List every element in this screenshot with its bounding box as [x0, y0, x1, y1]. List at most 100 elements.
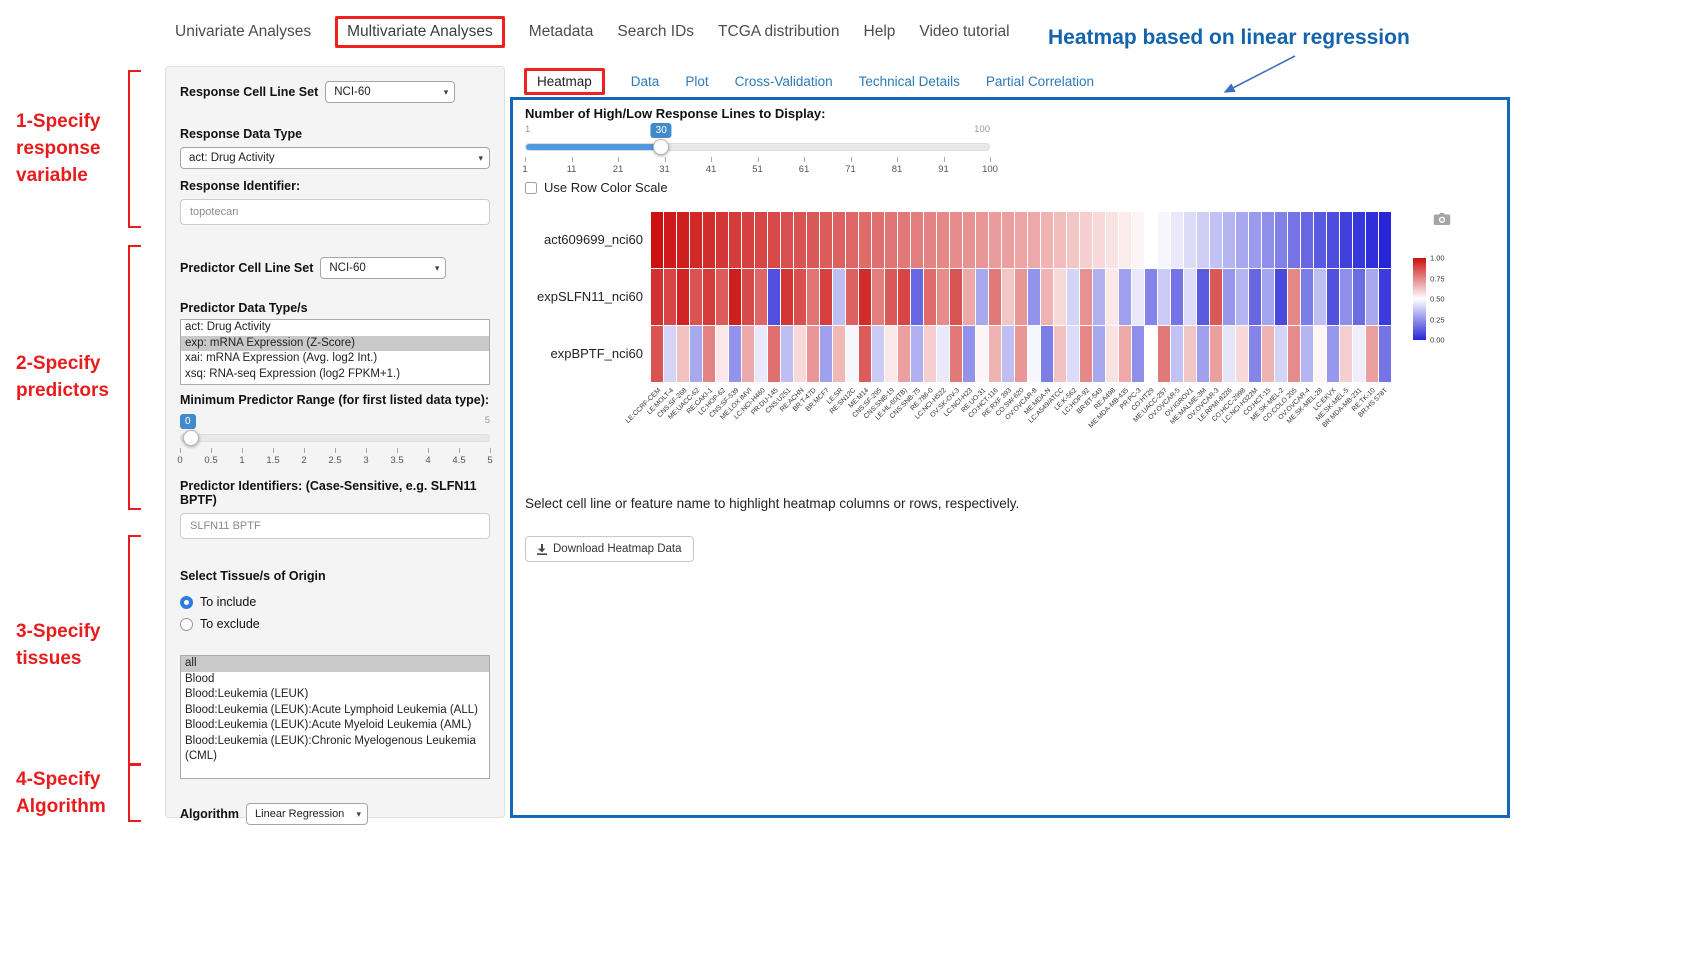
camera-icon[interactable]	[1433, 212, 1451, 226]
heatmap-cell[interactable]	[1132, 326, 1144, 382]
use-row-color-scale-checkbox[interactable]: Use Row Color Scale	[525, 180, 668, 195]
heatmap-cell[interactable]	[755, 212, 767, 268]
heatmap-cell[interactable]	[963, 269, 975, 325]
heatmap-cell[interactable]	[911, 212, 923, 268]
heatmap-cell[interactable]	[729, 269, 741, 325]
heatmap-cell[interactable]	[755, 326, 767, 382]
min-predictor-range-slider[interactable]: 0 5 00.511.522.533.544.55	[180, 415, 490, 473]
heatmap-cell[interactable]	[1236, 269, 1248, 325]
heatmap-cell[interactable]	[1353, 212, 1365, 268]
heatmap-cell[interactable]	[1249, 269, 1261, 325]
heatmap-cell[interactable]	[794, 326, 806, 382]
nav-item-video-tutorial[interactable]: Video tutorial	[919, 23, 1009, 41]
response-data-type-select[interactable]: act: Drug Activity ▾	[180, 147, 490, 169]
heatmap-cell[interactable]	[664, 326, 676, 382]
heatmap-cell[interactable]	[794, 269, 806, 325]
heatmap-cell[interactable]	[768, 212, 780, 268]
heatmap-cell[interactable]	[846, 326, 858, 382]
heatmap-cell[interactable]	[924, 269, 936, 325]
heatmap-cell[interactable]	[833, 212, 845, 268]
heatmap-cell[interactable]	[1158, 326, 1170, 382]
heatmap-cell[interactable]	[807, 212, 819, 268]
heatmap-cell[interactable]	[924, 212, 936, 268]
heatmap-cell[interactable]	[664, 269, 676, 325]
heatmap-cell[interactable]	[1197, 269, 1209, 325]
heatmap-cell[interactable]	[794, 212, 806, 268]
heatmap-cell[interactable]	[1054, 326, 1066, 382]
heatmap-cell[interactable]	[690, 269, 702, 325]
heatmap-cell[interactable]	[703, 326, 715, 382]
tissue-option[interactable]: Blood:Leukemia (LEUK):Chronic Myelogenou…	[181, 734, 489, 765]
heatmap-cell[interactable]	[898, 212, 910, 268]
heatmap-cell[interactable]	[1184, 212, 1196, 268]
heatmap-cell[interactable]	[820, 326, 832, 382]
heatmap-cell[interactable]	[885, 326, 897, 382]
heatmap-cell[interactable]	[1145, 212, 1157, 268]
heatmap-cell[interactable]	[859, 326, 871, 382]
heatmap-cell[interactable]	[1106, 212, 1118, 268]
heatmap-cell[interactable]	[1288, 269, 1300, 325]
heatmap-cell[interactable]	[1067, 326, 1079, 382]
heatmap-cell[interactable]	[729, 212, 741, 268]
heatmap-cell[interactable]	[976, 269, 988, 325]
heatmap-cell[interactable]	[1327, 269, 1339, 325]
heatmap-cell[interactable]	[742, 212, 754, 268]
heatmap-cell[interactable]	[1366, 326, 1378, 382]
heatmap-cell[interactable]	[1210, 326, 1222, 382]
nav-item-univariate-analyses[interactable]: Univariate Analyses	[175, 23, 311, 41]
heatmap-cell[interactable]	[950, 212, 962, 268]
heatmap-cell[interactable]	[1093, 326, 1105, 382]
heatmap-cell[interactable]	[1379, 269, 1391, 325]
heatmap-cell[interactable]	[1002, 269, 1014, 325]
heatmap-cell[interactable]	[703, 269, 715, 325]
heatmap-cell[interactable]	[1301, 212, 1313, 268]
heatmap-cell[interactable]	[1132, 212, 1144, 268]
slider-track[interactable]	[525, 143, 990, 151]
heatmap-cell[interactable]	[690, 326, 702, 382]
tab-partial-correlation[interactable]: Partial Correlation	[986, 74, 1094, 89]
heatmap-cell[interactable]	[807, 326, 819, 382]
heatmap-row-label[interactable]: act609699_nci60	[513, 232, 643, 247]
heatmap-cell[interactable]	[1314, 269, 1326, 325]
heatmap-cell[interactable]	[924, 326, 936, 382]
heatmap-cell[interactable]	[729, 326, 741, 382]
heatmap-cell[interactable]	[1379, 212, 1391, 268]
tab-data[interactable]: Data	[631, 74, 660, 89]
predictor-data-type-option[interactable]: xai: mRNA Expression (Avg. log2 Int.)	[181, 351, 489, 367]
heatmap-cell[interactable]	[1275, 269, 1287, 325]
heatmap-cell[interactable]	[781, 212, 793, 268]
nav-item-tcga-distribution[interactable]: TCGA distribution	[718, 23, 839, 41]
tissue-option[interactable]: Blood:Leukemia (LEUK):Acute Lymphoid Leu…	[181, 703, 489, 719]
heatmap-cell[interactable]	[781, 326, 793, 382]
heatmap-cell[interactable]	[1106, 326, 1118, 382]
heatmap-cell[interactable]	[1288, 212, 1300, 268]
heatmap-cell[interactable]	[651, 326, 663, 382]
heatmap-cell[interactable]	[677, 212, 689, 268]
heatmap-cell[interactable]	[1275, 212, 1287, 268]
heatmap-cell[interactable]	[1262, 212, 1274, 268]
heatmap-cell[interactable]	[690, 212, 702, 268]
heatmap-cell[interactable]	[846, 212, 858, 268]
response-cell-line-set-select[interactable]: NCI-60 ▾	[325, 81, 455, 103]
heatmap-cell[interactable]	[1158, 269, 1170, 325]
heatmap-cell[interactable]	[1158, 212, 1170, 268]
predictor-data-type-option[interactable]: act: Drug Activity	[181, 320, 489, 336]
heatmap-cell[interactable]	[1236, 212, 1248, 268]
heatmap-cell[interactable]	[716, 212, 728, 268]
heatmap-cell[interactable]	[1249, 326, 1261, 382]
heatmap-cell[interactable]	[1379, 326, 1391, 382]
heatmap-cell[interactable]	[1184, 269, 1196, 325]
heatmap-cell[interactable]	[1119, 326, 1131, 382]
heatmap-cell[interactable]	[1223, 212, 1235, 268]
heatmap-cell[interactable]	[1067, 212, 1079, 268]
heatmap-cell[interactable]	[1340, 212, 1352, 268]
heatmap-cell[interactable]	[898, 269, 910, 325]
heatmap-cell[interactable]	[1041, 269, 1053, 325]
heatmap-cell[interactable]	[716, 269, 728, 325]
heatmap-cell[interactable]	[976, 326, 988, 382]
heatmap-cell[interactable]	[1236, 326, 1248, 382]
heatmap-cell[interactable]	[677, 269, 689, 325]
heatmap-cell[interactable]	[963, 326, 975, 382]
heatmap-cell[interactable]	[1119, 212, 1131, 268]
heatmap-cell[interactable]	[1301, 269, 1313, 325]
